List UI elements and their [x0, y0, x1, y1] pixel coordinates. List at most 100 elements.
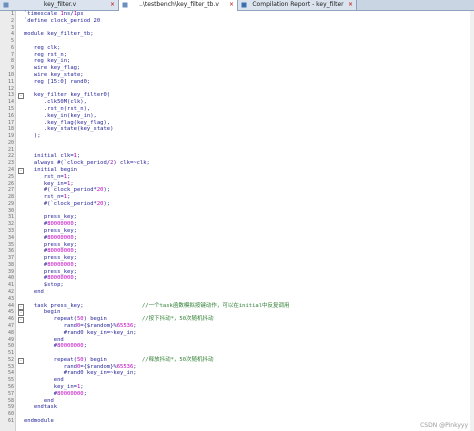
code-line[interactable]: 7 reg rst_n;: [11, 52, 470, 59]
line-number: 23: [7, 160, 14, 167]
code-text: endmodule: [24, 417, 54, 424]
line-number: 4: [10, 31, 14, 38]
code-line[interactable]: 17 .key_flag(key_flag),: [8, 120, 470, 127]
code-line[interactable]: 53 rand0={$random}%65536;: [8, 364, 470, 371]
code-line[interactable]: 36 #80000000;: [8, 248, 470, 255]
line-number: 42: [7, 289, 14, 296]
code-line[interactable]: 41 $stop;: [8, 282, 470, 289]
code-editor[interactable]: 1 `timescale 1ns/1ps 2 `define clock_period…: [0, 11, 474, 431]
code-line[interactable]: 2 `define clock_period 20: [11, 18, 470, 25]
code-line[interactable]: 25 rst_n=1;: [8, 174, 470, 181]
code-line[interactable]: 39 press_key;: [8, 269, 470, 276]
code-line[interactable]: 57 #80000000;: [8, 391, 470, 398]
line-number: 33: [7, 228, 14, 234]
line-number: 53: [7, 363, 14, 370]
code-line[interactable]: 40 #80000000;: [8, 275, 470, 282]
code-line[interactable]: 52- repeat(50) begin//释放抖动*，50次随机抖动: [8, 357, 470, 364]
code-comment: //一个task函数模拟按键动作，可以在initial中反复调用: [142, 302, 290, 309]
tab-label: key_filter.v: [43, 1, 77, 8]
line-number: 13: [7, 92, 14, 99]
editor-tab-bar: key_filter.v × ..\testbench\key_filter_t…: [0, 0, 474, 11]
line-number: 9: [10, 65, 14, 72]
code-line[interactable]: 46- repeat(50) begin//按下抖动*，50次随机抖动: [8, 316, 470, 324]
line-number: 5: [10, 38, 14, 45]
code-line[interactable]: 61 endmodule: [8, 417, 470, 425]
code-line[interactable]: 26 key_in=1;: [8, 181, 470, 188]
line-number: 47: [7, 322, 14, 329]
code-line[interactable]: 20: [8, 140, 470, 147]
code-line[interactable]: 33 press_key;: [8, 228, 470, 235]
line-number: 22: [7, 153, 14, 160]
code-line[interactable]: 50 #80000000;: [8, 343, 470, 350]
code-line[interactable]: 56 key_in=1;: [8, 383, 470, 391]
code-text: endtask: [24, 404, 58, 411]
code-line[interactable]: 8 reg key_in;: [11, 58, 470, 65]
code-line[interactable]: 30: [8, 208, 470, 215]
code-line[interactable]: 6 reg clk;: [11, 45, 470, 52]
line-number: 54: [7, 370, 14, 377]
code-line[interactable]: 19 );: [8, 133, 470, 140]
code-line[interactable]: 37 press_key;: [8, 255, 470, 262]
code-line[interactable]: 22 initial clk=1;: [8, 153, 470, 160]
code-line[interactable]: 11 reg [15:0] rand0;: [8, 79, 470, 86]
code-line[interactable]: 35 press_key;: [8, 241, 470, 249]
line-number: 41: [7, 282, 14, 289]
code-text: #(`clock_period*20);: [24, 187, 111, 194]
code-line[interactable]: 14 .clk50M(clk),: [8, 99, 470, 106]
code-text: begin: [24, 309, 61, 316]
code-line[interactable]: 58 end: [8, 398, 470, 405]
code-line[interactable]: 15 .rst_n(rst_n),: [8, 106, 470, 113]
code-text: rst_n=1;: [24, 194, 71, 201]
code-line[interactable]: 51: [8, 350, 470, 357]
code-line[interactable]: 44- task press_key;//一个task函数模拟按键动作，可以在i…: [8, 302, 470, 310]
code-line[interactable]: 27 #(`clock_period*20);: [8, 187, 470, 194]
line-number: 25: [7, 173, 14, 180]
code-line[interactable]: 34 #80000000;: [8, 235, 470, 242]
code-line[interactable]: 28 rst_n=1;: [8, 194, 470, 201]
code-line[interactable]: 32 #80000000;: [8, 221, 470, 228]
code-line[interactable]: 49 end: [8, 337, 470, 344]
tab-key-filter[interactable]: key_filter.v ×: [0, 0, 119, 10]
code-line[interactable]: 3: [11, 25, 470, 32]
code-line[interactable]: 48 #rand0 key_in=~key_in;: [8, 330, 470, 337]
code-line[interactable]: 9 wire key_flag;: [11, 65, 470, 72]
code-text: #rand0 key_in=~key_in;: [24, 370, 137, 377]
code-line[interactable]: 12: [8, 86, 470, 93]
close-icon[interactable]: ×: [110, 0, 115, 10]
code-line[interactable]: 31 press_key;: [8, 214, 470, 221]
code-line[interactable]: 54 #rand0 key_in=~key_in;: [8, 370, 470, 377]
code-line[interactable]: 47 rand0={$random}%65536;: [8, 323, 470, 330]
code-text: #(`clock_period*20);: [24, 200, 111, 207]
line-number: 31: [7, 214, 14, 221]
code-line[interactable]: 60: [8, 411, 470, 418]
vertical-scrollbar[interactable]: [470, 11, 474, 431]
close-icon[interactable]: ×: [229, 0, 234, 10]
tab-key-filter-tb[interactable]: ..\testbench\key_filter_tb.v ×: [119, 0, 238, 11]
code-line[interactable]: 59 endtask: [8, 404, 470, 411]
code-text: end: [24, 289, 44, 296]
code-line[interactable]: 10 wire key_state;: [8, 72, 470, 79]
line-number: 8: [10, 58, 14, 65]
code-line[interactable]: 43: [8, 296, 470, 303]
code-area[interactable]: 1 `timescale 1ns/1ps 2 `define clock_period…: [8, 11, 470, 425]
code-line[interactable]: 38 #80000000;: [8, 262, 470, 269]
code-line[interactable]: 42 end: [8, 289, 470, 296]
code-line[interactable]: 16 .key_in(key_in),: [8, 113, 470, 120]
line-number: 37: [7, 255, 14, 262]
code-line[interactable]: 24- initial begin: [8, 167, 470, 174]
code-text: key_in=1;: [24, 383, 84, 390]
code-line[interactable]: 1 `timescale 1ns/1ps: [11, 11, 470, 18]
close-icon[interactable]: ×: [348, 0, 353, 10]
code-line[interactable]: 5: [11, 38, 470, 45]
code-line[interactable]: 29 #(`clock_period*20);: [8, 200, 470, 208]
code-text: press_key;: [24, 241, 77, 248]
code-line[interactable]: 4 module key_filter_tb;: [11, 31, 470, 38]
tab-compilation-report[interactable]: Compilation Report - key_filter ×: [238, 0, 357, 10]
line-number: 60: [7, 411, 14, 418]
code-line[interactable]: 55 end: [8, 377, 470, 384]
code-line[interactable]: 45- begin: [8, 309, 470, 317]
code-line[interactable]: 18 .key_state(key_state): [8, 126, 470, 133]
code-line[interactable]: 23 always #(`clock_period/2) clk=~clk;: [8, 160, 470, 167]
code-line[interactable]: 21: [8, 147, 470, 154]
code-line[interactable]: 13- key_filter key_filter0(: [8, 92, 470, 100]
